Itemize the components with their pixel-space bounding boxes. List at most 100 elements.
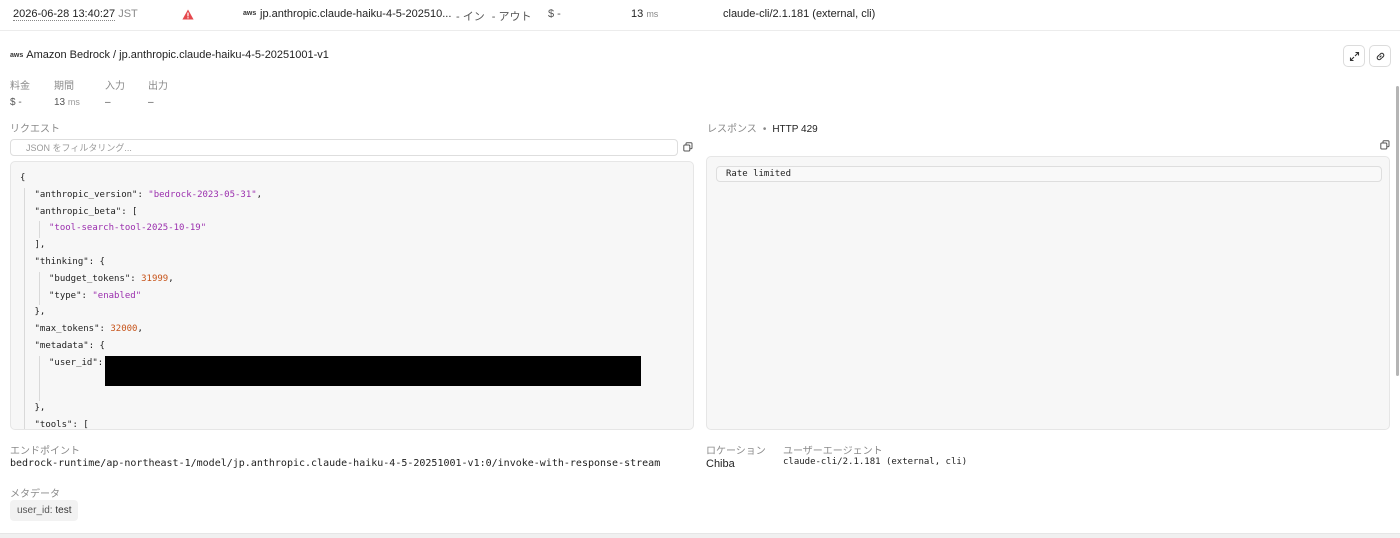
json-key: "anthropic_version" (34, 189, 138, 200)
next-row-divider (0, 533, 1400, 538)
json-line: }, (35, 401, 46, 415)
json-key: "anthropic_beta" (34, 206, 122, 217)
location-label: ロケーション (706, 446, 766, 457)
json-key: "tools" (34, 420, 73, 430)
response-label: レスポンス (707, 124, 757, 135)
stat-input: 入力 – (105, 77, 125, 108)
stat-duration-number: 13 (54, 97, 66, 108)
json-line: "metadata": { (35, 339, 105, 353)
json-line: "max_tokens": 32000, (35, 322, 143, 336)
stat-cost: 料金 $ - (10, 77, 30, 108)
json-punct: : (137, 189, 149, 200)
scrollbar[interactable] (1396, 86, 1399, 376)
json-line: "thinking": { (35, 255, 105, 269)
json-punct: : (130, 273, 142, 284)
json-line: "tool-search-tool-2025-10-19" (49, 221, 206, 235)
response-body-text: Rate limited (726, 169, 792, 179)
copy-request-button[interactable] (683, 142, 693, 155)
json-punct: : (99, 324, 111, 335)
warning-icon (182, 9, 194, 23)
json-key: "budget_tokens" (49, 273, 131, 284)
response-viewer[interactable]: Rate limited (706, 156, 1390, 430)
stat-duration: 期間 13 ms (54, 77, 80, 108)
metadata-tag-value: test (55, 505, 72, 516)
user-agent-label: ユーザーエージェント (783, 446, 883, 457)
aws-icon: aws (243, 10, 257, 17)
request-json-viewer[interactable]: { "anthropic_version": "bedrock-2023-05-3… (10, 161, 694, 430)
json-filter-input[interactable] (10, 139, 678, 156)
token-counts: - イン - アウト (456, 8, 538, 24)
row-duration-unit: ms (646, 9, 659, 19)
json-line: "anthropic_beta": [ (35, 205, 138, 219)
json-string: "tool-search-tool-2025-10-19" (49, 223, 207, 234)
stat-input-value: – (105, 97, 111, 108)
json-punct: ], (34, 240, 46, 251)
json-punct: , (137, 324, 143, 335)
stat-duration-value: 13 ms (54, 97, 80, 108)
link-icon (1376, 52, 1384, 60)
model-name: jp.anthropic.claude-haiku-4-5-202510... (260, 8, 452, 20)
stat-output: 出力 – (148, 77, 168, 108)
indent-guide (24, 187, 25, 429)
json-line: "tools": [ (34, 418, 89, 430)
json-punct: : (81, 290, 93, 301)
timestamp-timezone: JST (118, 8, 138, 20)
stat-cost-value: $ - (10, 97, 22, 108)
json-line: { (20, 171, 25, 185)
json-punct: : (97, 357, 104, 368)
response-status: HTTP 429 (772, 124, 818, 135)
response-body: Rate limited (716, 166, 1382, 182)
metadata-label: メタデータ (10, 489, 60, 500)
expand-button[interactable] (1343, 45, 1365, 67)
copy-link-button[interactable] (1369, 45, 1391, 67)
json-key: "metadata" (34, 341, 89, 351)
stat-cost-label: 料金 (10, 81, 30, 92)
json-line: "anthropic_version": "bedrock-2023-05-31… (35, 188, 263, 202)
response-header: レスポンス • HTTP 429 (707, 124, 818, 135)
detail-title-text: Amazon Bedrock / jp.anthropic.claude-hai… (26, 49, 329, 61)
json-string: "bedrock-2023-05-31" (148, 189, 257, 200)
redacted-block (105, 356, 641, 386)
json-key: "user_id" (49, 357, 98, 368)
json-punct: }, (34, 403, 46, 414)
json-key: "thinking" (34, 257, 89, 267)
json-punct: , (168, 273, 174, 284)
json-number: 31999 (141, 273, 169, 284)
copy-icon (683, 142, 693, 152)
json-line: "type": "enabled" (49, 289, 141, 303)
indent-guide (38, 221, 40, 239)
request-label: リクエスト (10, 124, 60, 135)
json-string: "enabled" (92, 290, 142, 301)
row-duration-value: 13 (631, 8, 644, 20)
json-line: }, (35, 305, 46, 319)
json-line: "user_id": (49, 356, 103, 370)
stat-input-label: 入力 (105, 81, 125, 92)
stat-output-label: 出力 (148, 81, 168, 92)
log-row[interactable]: 2026-06-28 13:40:27 JST aws jp.anthropic… (0, 0, 1400, 31)
copy-icon (1380, 140, 1390, 150)
copy-response-button[interactable] (1380, 140, 1390, 153)
json-punct: { (20, 173, 26, 183)
timestamp-date: 2026-06-28 13:40:27 (13, 8, 116, 21)
stat-output-value: – (148, 97, 154, 108)
json-punct: : [ (72, 420, 89, 430)
location-value: Chiba (706, 458, 735, 470)
row-user-agent: claude-cli/2.1.181 (external, cli) (723, 8, 876, 20)
json-punct: : { (88, 257, 105, 267)
endpoint-value: bedrock-runtime/ap-northeast-1/model/jp.… (10, 458, 661, 469)
stat-duration-unit: ms (67, 97, 80, 107)
indent-guide (38, 355, 40, 402)
row-duration: 13 ms (631, 8, 658, 20)
output-tokens: - アウト (491, 11, 532, 23)
json-punct: , (256, 189, 263, 200)
indent-guide (38, 271, 40, 306)
row-cost: $ - (548, 8, 561, 20)
json-punct: : [ (121, 206, 138, 217)
json-punct: }, (34, 307, 46, 318)
aws-icon: aws (10, 52, 24, 59)
timestamp: 2026-06-28 13:40:27 JST (13, 8, 138, 21)
user-agent-value: claude-cli/2.1.181 (external, cli) (783, 457, 968, 467)
metadata-tag: user_id: test (10, 500, 79, 521)
input-tokens: - イン (456, 11, 485, 23)
stat-duration-label: 期間 (54, 81, 74, 92)
